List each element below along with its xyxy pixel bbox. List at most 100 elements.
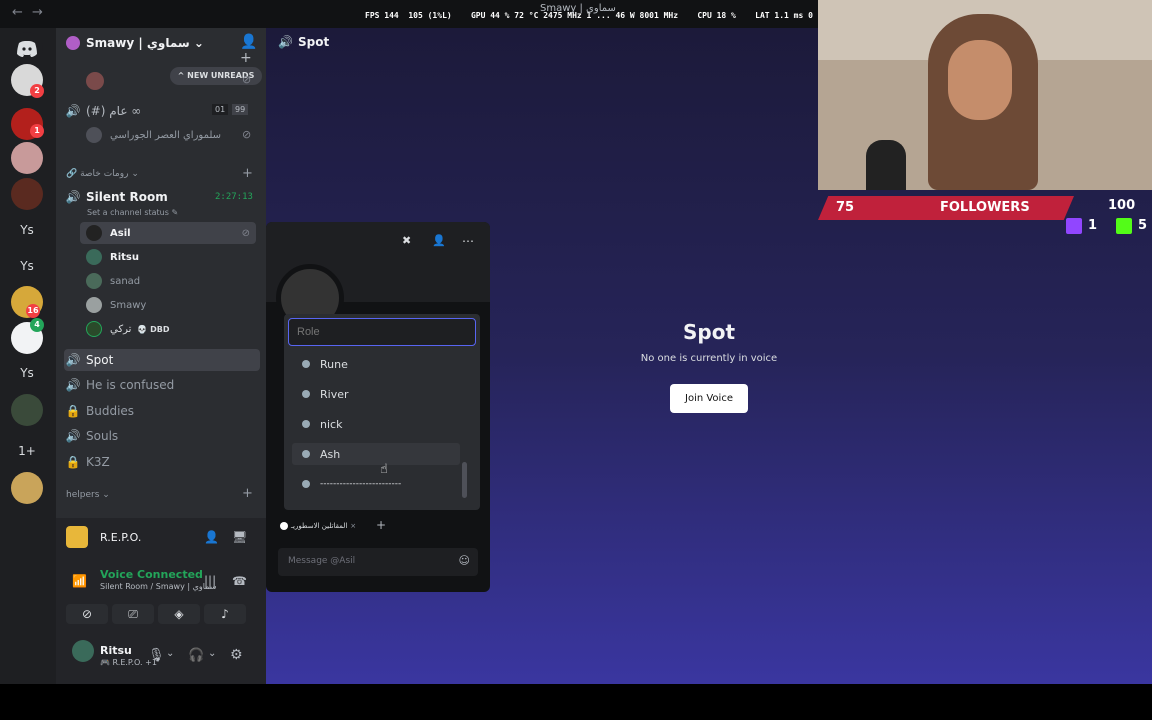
voice-user-turki[interactable]: تركي 💀 DBD [80,318,260,340]
followers-label: FOLLOWERS [940,200,1030,215]
voice-channel-general[interactable]: 🔊 (#) عام ∞ [64,100,260,122]
server-list: 2 1 Ys Ys 16 4 Ys 1+ [0,28,56,684]
role-color-dot [302,390,310,398]
role-search-input[interactable] [288,318,476,346]
more-options-icon[interactable]: ⋯ [462,234,474,248]
avatar [86,297,102,313]
mic-options-chevron-icon[interactable]: ⌄ [166,648,174,659]
voice-channel-buddies[interactable]: 🔒 Buddies [64,400,260,422]
microphone-icon[interactable]: 🎙 [148,648,165,663]
noise-suppression-icon[interactable]: ||| [204,574,216,588]
call-timer: 2:27:13 [215,192,253,202]
lock-icon: 🔒 [65,404,81,418]
speaker-icon: 🔊 [65,190,81,204]
lock-icon: 🔒 [65,455,81,469]
role-tag: المقاتلين الاسطوريـ × [280,522,356,530]
audio-options-chevron-icon[interactable]: ⌄ [208,648,216,659]
role-option[interactable]: Ash [292,443,460,465]
server-icon[interactable] [11,178,43,210]
voice-user-asil[interactable]: Asil ⊘ [80,222,256,244]
add-role-icon[interactable]: + [376,518,386,532]
voice-channel-spot[interactable]: 🔊 Spot [64,349,260,371]
role-option[interactable]: Rune [292,353,460,375]
add-channel-icon[interactable]: + [242,166,253,181]
server-ys-3[interactable]: Ys [11,366,43,380]
add-friend-icon[interactable]: 👤 [432,234,446,247]
voice-user-sanad[interactable]: sanad [80,270,260,292]
role-color-dot [302,450,310,458]
back-arrow-icon[interactable]: ← [12,5,23,20]
avatar [86,127,102,143]
microphone-stand [866,140,906,190]
avatar [86,273,102,289]
voice-user[interactable]: سلموراي العصر الجوراسي [86,124,266,146]
remove-role-icon[interactable]: × [350,522,356,530]
avatar [86,249,102,265]
voice-channel-k3z[interactable]: 🔒 K3Z [64,451,260,473]
window-title: Smawy | سماوي [540,3,616,14]
mention-badge: 16 [26,304,40,318]
camera-off-button[interactable]: ⊘ [66,604,108,624]
speaker-icon: 🔊 [65,378,81,392]
voice-location[interactable]: Silent Room / Smawy | سماوي [100,582,216,591]
message-field[interactable]: Message @Asil ☺ [278,548,478,576]
invite-to-activity-icon[interactable]: 👤 [204,530,219,544]
forward-arrow-icon[interactable]: → [32,5,43,20]
mention-badge: 1 [30,124,44,138]
followers-count: 75 [836,200,855,215]
kick-icon [1116,218,1132,234]
activity-badge: 💀 DBD [137,324,170,334]
user-panel: Ritsu 🎮 R.E.P.O. +1 🎙 ⌄ 🎧 ⌄ ⚙ [56,628,266,684]
server-1plus[interactable]: 1+ [11,444,43,458]
share-screen-button[interactable]: ⎚ [112,604,154,624]
speaker-icon: 🔊 [65,429,81,443]
gear-icon[interactable]: ⚙ [230,647,243,663]
role-color-dot [280,522,288,530]
stream-game-icon[interactable]: 🖥 [232,530,247,544]
server-name[interactable]: Smawy | سماوي ⌄ [86,36,204,50]
voice-channel-he-is-confused[interactable]: 🔊 He is confused [64,374,260,396]
headphones-icon[interactable]: 🎧 [188,648,204,663]
disconnect-icon[interactable]: ☎ [232,574,247,588]
join-voice-button[interactable]: Join Voice [670,384,748,413]
role-option[interactable]: ------------------------- [292,473,460,495]
server-icon[interactable] [11,142,43,174]
discord-home-icon[interactable] [11,32,43,64]
voice-channel-souls[interactable]: 🔊 Souls [64,425,260,447]
soundboard-button[interactable]: ♪ [204,604,246,624]
avatar[interactable] [72,640,94,662]
moderation-icon[interactable]: ✖ [402,234,411,247]
activities-button[interactable]: ◈ [158,604,200,624]
role-list-scrollbar[interactable] [462,462,467,498]
game-icon [66,526,88,548]
add-channel-icon[interactable]: + [242,486,253,501]
username[interactable]: Ritsu [100,644,132,657]
muted-icon: ⊘ [241,227,250,239]
server-icon[interactable] [11,394,43,426]
avatar [86,225,102,241]
avatar [86,321,102,337]
voice-user-smawy[interactable]: Smawy [80,294,260,316]
voice-status[interactable]: Voice Connected [100,568,203,581]
category-helpers[interactable]: helpers ⌄ [66,490,110,500]
invite-people-icon[interactable]: 👤+ [240,34,266,66]
activity-name: R.E.P.O. [100,531,142,544]
server-ys-1[interactable]: Ys [11,223,43,237]
emoji-icon[interactable]: ☺ [459,554,470,567]
server-ys-2[interactable]: Ys [11,259,43,273]
voice-user-ritsu[interactable]: Ritsu [80,246,260,268]
kick-count: 5 [1138,218,1148,233]
deafened-icon: ⊘ [242,73,252,86]
user-limit: 99 [232,104,249,115]
server-avatar [66,36,80,50]
role-option[interactable]: nick [292,413,460,435]
role-option[interactable]: River [292,383,460,405]
role-list: Rune River nick Ash --------------------… [288,350,474,500]
twitch-icon [1066,218,1082,234]
set-channel-status[interactable]: Set a channel status ✎ [87,208,178,217]
avatar [86,72,104,90]
server-icon[interactable] [11,472,43,504]
channel-title: Spot [298,35,330,49]
role-color-dot [302,480,310,488]
category-private-rooms[interactable]: 🔗 رومات خاصة ⌄ [66,169,139,179]
